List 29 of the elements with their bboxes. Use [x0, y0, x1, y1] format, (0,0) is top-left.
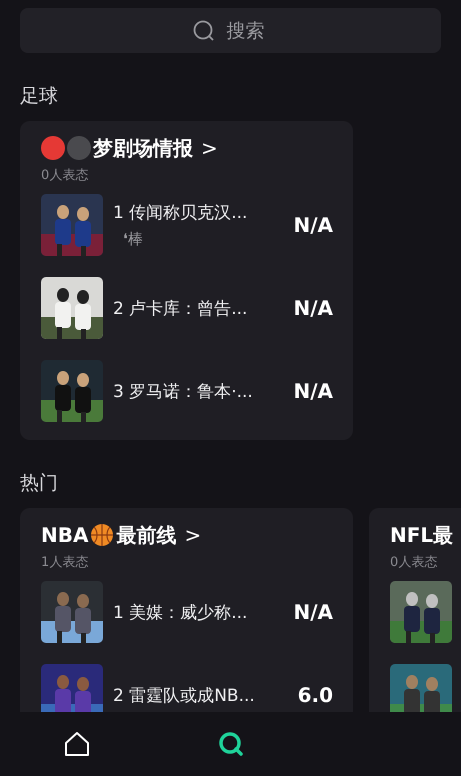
comment-snippet: ❛棒	[123, 230, 143, 249]
reaction-count: 1人表态	[41, 554, 88, 571]
news-headline[interactable]: 1 传闻称贝克汉...	[113, 201, 248, 224]
section-title: 足球	[20, 84, 58, 109]
chevron[interactable]: >	[184, 523, 202, 547]
ball-icon	[41, 136, 65, 160]
home-icon	[64, 731, 90, 757]
news-headline[interactable]: 2 雷霆队或成NB...	[113, 684, 255, 706]
card-title[interactable]: 最前线	[116, 522, 176, 548]
score: N/A	[293, 600, 333, 624]
news-headline[interactable]: 1 美媒：威少称...	[113, 600, 248, 624]
search-icon	[218, 731, 244, 757]
score: N/A	[293, 213, 333, 237]
news-headline[interactable]: 3 罗马诺：鲁本·...	[113, 380, 253, 402]
news-headline[interactable]: 2 卢卡库：曾告...	[113, 296, 248, 320]
card-title[interactable]: NFL最	[390, 522, 454, 548]
ball-icon	[67, 136, 91, 160]
score: 6.0	[298, 683, 333, 707]
card-title[interactable]: 梦剧场情报	[93, 134, 193, 162]
reaction-count: 0人表态	[390, 554, 438, 571]
score: N/A	[293, 379, 333, 403]
basketball-icon	[90, 523, 114, 547]
search-field[interactable]: 搜索	[20, 8, 441, 53]
card-title[interactable]: NBA	[41, 523, 88, 547]
chevron[interactable]: >	[201, 136, 218, 160]
section-title: 热门	[20, 471, 58, 496]
search-icon	[193, 20, 215, 42]
score: N/A	[293, 296, 333, 320]
reaction-count: 0人表态	[41, 167, 88, 184]
